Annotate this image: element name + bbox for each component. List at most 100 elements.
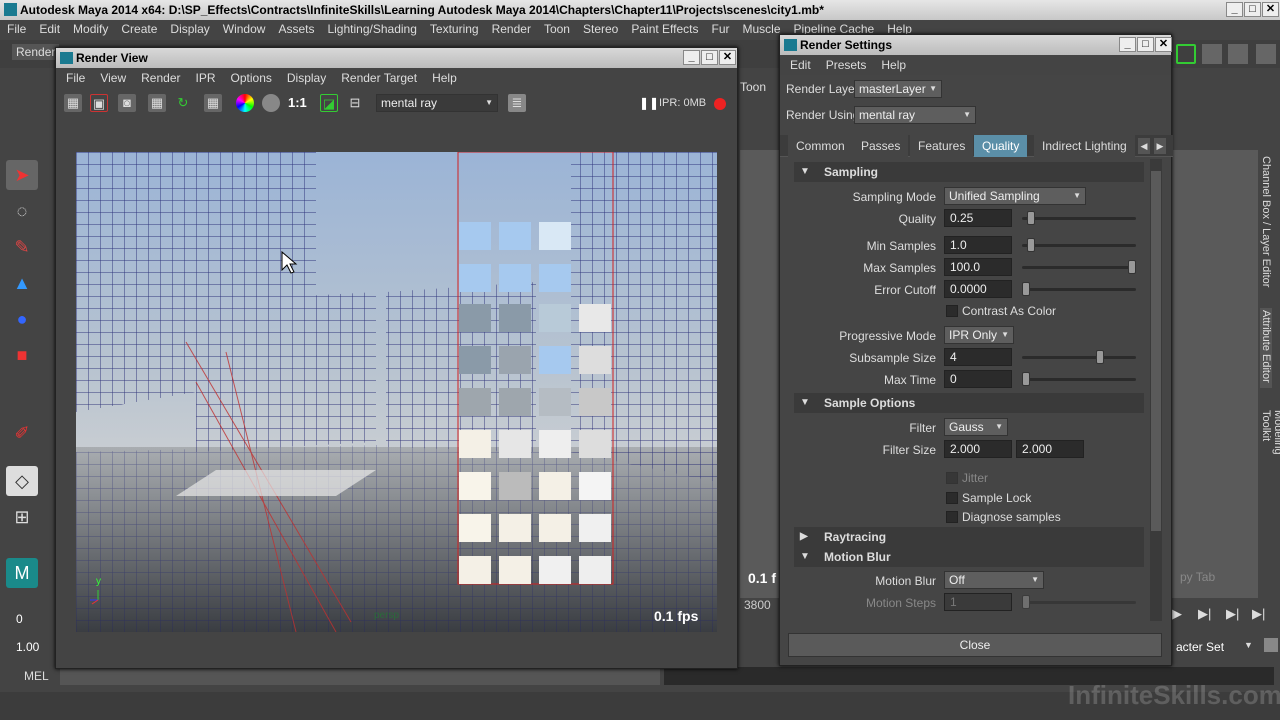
mel-input[interactable] bbox=[60, 667, 660, 685]
render-region-icon[interactable]: ▣ bbox=[90, 94, 108, 112]
ipr-region-icon[interactable]: ▦ bbox=[204, 94, 222, 112]
rs-close-icon[interactable]: ✕ bbox=[1155, 37, 1172, 52]
progressive-mode-dropdown[interactable]: IPR Only bbox=[944, 326, 1014, 344]
rv-menu-options[interactable]: Options bbox=[221, 68, 277, 88]
subsample-size-slider[interactable] bbox=[1022, 350, 1136, 364]
sampling-mode-dropdown[interactable]: Unified Sampling bbox=[944, 187, 1086, 205]
rs-menu-presets[interactable]: Presets bbox=[816, 55, 872, 75]
render-layer-dropdown[interactable]: masterLayer bbox=[854, 80, 942, 98]
render-settings-titlebar[interactable]: Render Settings _ □ ✕ bbox=[780, 35, 1172, 55]
settings-icon[interactable] bbox=[1228, 44, 1248, 64]
sampling-collapse-icon[interactable]: ▼ bbox=[800, 162, 810, 182]
ipr-render-icon[interactable]: ▦ bbox=[148, 94, 166, 112]
filter-dropdown[interactable]: Gauss bbox=[944, 418, 1008, 436]
shelf-tab-render[interactable]: Render bbox=[12, 44, 60, 60]
jitter-checkbox[interactable] bbox=[946, 472, 958, 484]
rv-menu-render-target[interactable]: Render Target bbox=[331, 68, 422, 88]
menu-toon[interactable]: Toon bbox=[537, 20, 576, 39]
tab-quality[interactable]: Quality bbox=[974, 135, 1028, 157]
raytracing-expand-icon[interactable]: ▶ bbox=[800, 527, 808, 547]
max-samples-slider-handle[interactable] bbox=[1128, 260, 1136, 274]
sampling-section-header[interactable]: ▼ Sampling bbox=[794, 162, 1144, 182]
max-samples-field[interactable]: 100.0 bbox=[944, 258, 1012, 276]
refresh-icon[interactable]: ↻ bbox=[174, 94, 192, 112]
lasso-tool-icon[interactable]: ◌ bbox=[6, 196, 38, 226]
sample-options-section-header[interactable]: ▼ Sample Options bbox=[794, 393, 1144, 413]
min-samples-field[interactable]: 1.0 bbox=[944, 236, 1012, 254]
tab-modeling-toolkit[interactable]: Modeling Toolkit bbox=[1260, 408, 1280, 488]
rv-menu-render[interactable]: Render bbox=[131, 68, 185, 88]
tab-channel-box[interactable]: Channel Box / Layer Editor bbox=[1260, 154, 1272, 314]
contrast-as-color-checkbox[interactable] bbox=[946, 305, 958, 317]
tab-common[interactable]: Common bbox=[788, 135, 853, 157]
rv-maximize-icon[interactable]: □ bbox=[701, 50, 718, 65]
next-key-icon[interactable]: ▶| bbox=[1226, 606, 1239, 622]
character-set-dropdown-icon[interactable]: ▼ bbox=[1244, 640, 1253, 650]
mel-label[interactable]: MEL bbox=[24, 669, 49, 683]
remove-image-icon[interactable]: ⊟ bbox=[346, 94, 364, 112]
tab-attribute-editor[interactable]: Attribute Editor bbox=[1260, 308, 1272, 388]
tab-scroll-right-icon[interactable]: ▶ bbox=[1154, 138, 1166, 154]
end-icon[interactable]: ▶| bbox=[1252, 606, 1265, 622]
error-cutoff-slider-handle[interactable] bbox=[1022, 282, 1030, 296]
min-samples-slider[interactable] bbox=[1022, 238, 1136, 252]
keep-image-icon[interactable]: ◪ bbox=[320, 94, 338, 112]
menu-assets[interactable]: Assets bbox=[271, 20, 320, 39]
motion-blur-collapse-icon[interactable]: ▼ bbox=[800, 547, 810, 567]
rv-menu-ipr[interactable]: IPR bbox=[186, 68, 221, 88]
menu-fur[interactable]: Fur bbox=[705, 20, 736, 39]
rv-close-icon[interactable]: ✕ bbox=[719, 50, 736, 65]
error-cutoff-field[interactable]: 0.0000 bbox=[944, 280, 1012, 298]
snapshot-icon[interactable]: ◙ bbox=[118, 94, 136, 112]
quality-slider-handle[interactable] bbox=[1027, 211, 1036, 225]
panel-icon[interactable] bbox=[1202, 44, 1222, 64]
render-view-canvas[interactable]: y persp 0.1 fps bbox=[76, 152, 717, 632]
menu-create[interactable]: Create bbox=[114, 20, 163, 39]
step-forward-icon[interactable]: ▶| bbox=[1198, 606, 1211, 622]
motion-steps-slider-handle[interactable] bbox=[1022, 595, 1030, 609]
minimize-icon[interactable]: _ bbox=[1226, 2, 1243, 17]
pause-ipr-icon[interactable]: ❚❚ bbox=[639, 94, 659, 112]
tab-indirect-lighting[interactable]: Indirect Lighting bbox=[1034, 135, 1135, 157]
layout-icon[interactable] bbox=[1176, 44, 1196, 64]
render-settings-icon[interactable]: ≣ bbox=[508, 94, 526, 112]
redo-render-icon[interactable]: ▦ bbox=[64, 94, 82, 112]
menu-file[interactable]: File bbox=[0, 20, 32, 39]
rv-menu-help[interactable]: Help bbox=[422, 68, 462, 88]
paint-tool-icon[interactable]: ✎ bbox=[6, 232, 38, 262]
tab-scroll-left-icon[interactable]: ◀ bbox=[1138, 138, 1150, 154]
max-time-slider[interactable] bbox=[1022, 372, 1136, 386]
close-button[interactable]: Close bbox=[788, 633, 1162, 657]
menu-texturing[interactable]: Texturing bbox=[423, 20, 485, 39]
max-samples-slider[interactable] bbox=[1022, 260, 1136, 274]
quality-slider[interactable] bbox=[1022, 211, 1136, 225]
ratio-button[interactable]: 1:1 bbox=[288, 94, 307, 112]
tab-passes[interactable]: Passes bbox=[853, 135, 909, 157]
menu-stereo[interactable]: Stereo bbox=[576, 20, 624, 39]
menu-edit[interactable]: Edit bbox=[32, 20, 66, 39]
min-samples-slider-handle[interactable] bbox=[1027, 238, 1036, 252]
renderer-dropdown[interactable]: mental ray bbox=[376, 94, 498, 112]
copy-tab[interactable]: py Tab bbox=[1180, 570, 1215, 584]
rs-minimize-icon[interactable]: _ bbox=[1119, 37, 1136, 52]
raytracing-section-header[interactable]: ▶ Raytracing bbox=[794, 527, 1144, 547]
character-key-icon[interactable] bbox=[1264, 638, 1278, 652]
quality-field[interactable]: 0.25 bbox=[944, 209, 1012, 227]
rv-menu-view[interactable]: View bbox=[90, 68, 131, 88]
motion-blur-section-header[interactable]: ▼ Motion Blur bbox=[794, 547, 1144, 567]
move-tool-icon[interactable]: ▲ bbox=[6, 268, 38, 298]
select-tool-icon[interactable]: ➤ bbox=[6, 160, 38, 190]
current-time[interactable]: 0 bbox=[16, 612, 23, 626]
alpha-channel-icon[interactable] bbox=[262, 94, 280, 112]
menu-paint-effects[interactable]: Paint Effects bbox=[624, 20, 704, 39]
play-forward-icon[interactable]: ▶ bbox=[1172, 606, 1182, 622]
rs-menu-edit[interactable]: Edit bbox=[780, 55, 816, 75]
render-using-dropdown[interactable]: mental ray bbox=[854, 106, 976, 124]
tool-icon[interactable] bbox=[1256, 44, 1276, 64]
menu-display[interactable]: Display bbox=[163, 20, 215, 39]
max-time-field[interactable]: 0 bbox=[944, 370, 1012, 388]
rv-menu-display[interactable]: Display bbox=[277, 68, 331, 88]
scale-tool-icon[interactable]: ■ bbox=[6, 340, 38, 370]
last-tool-icon[interactable]: ✐ bbox=[6, 418, 38, 448]
subsample-size-slider-handle[interactable] bbox=[1096, 350, 1105, 364]
